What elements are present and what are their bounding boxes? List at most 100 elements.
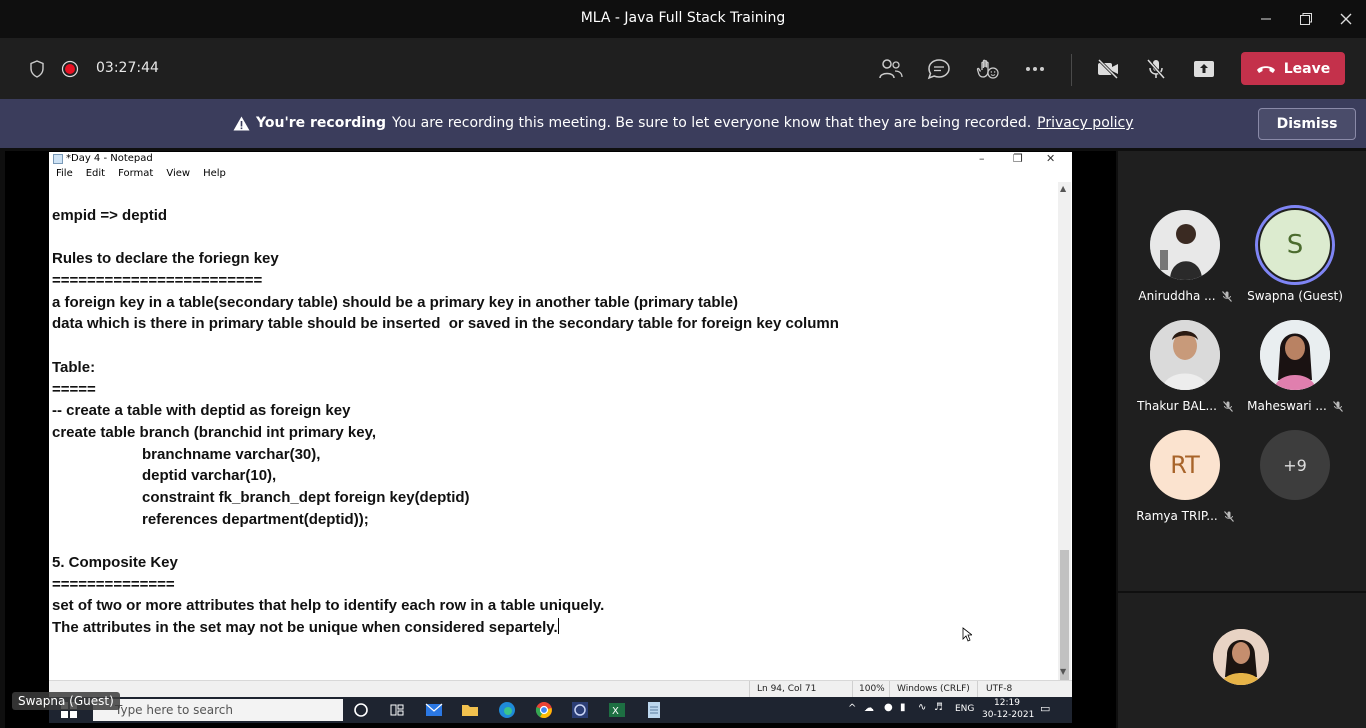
camera-off-icon	[1097, 59, 1119, 79]
teams-meeting-window: MLA - Java Full Stack Training 03:27:44	[0, 0, 1366, 728]
text-line: set of two or more attributes that help …	[52, 597, 605, 615]
microphone-icon[interactable]: ●	[884, 702, 893, 713]
system-tray: ^ ☁ ● ▮ ∿ ♬ ENG 12:19 30-12-2021 ▭	[844, 697, 1072, 723]
mail-icon[interactable]	[425, 701, 443, 719]
notepad-scrollbar[interactable]	[1058, 182, 1071, 690]
recording-banner-heading: You're recording	[256, 115, 387, 131]
participant-photo	[1150, 210, 1220, 280]
notepad-menubar: File Edit Format View Help	[49, 168, 232, 182]
avatar[interactable]: RT	[1150, 430, 1220, 500]
menu-help[interactable]: Help	[196, 168, 232, 182]
raise-hand-icon	[976, 59, 999, 79]
notepad-maximize-button[interactable]: ❐	[1013, 152, 1023, 165]
menu-format[interactable]: Format	[111, 168, 159, 182]
notepad-taskbar-icon[interactable]	[645, 701, 663, 719]
chrome-icon[interactable]	[535, 701, 553, 719]
recording-banner-text: You're recording You are recording this …	[233, 115, 1134, 131]
windows-taskbar: Type here to search X ^ ☁ ● ▮ ∿ ♬ ENG 12…	[49, 697, 1072, 723]
avatar[interactable]	[1150, 210, 1220, 280]
scroll-down-icon[interactable]: ▼	[1060, 667, 1066, 676]
clock-time[interactable]: 12:19	[994, 698, 1020, 708]
avatar[interactable]	[1260, 320, 1330, 390]
menu-file[interactable]: File	[49, 168, 79, 182]
notepad-minimize-button[interactable]: –	[979, 152, 985, 165]
chat-button[interactable]	[925, 55, 953, 83]
status-divider	[889, 681, 890, 698]
chevron-up-icon[interactable]: ^	[848, 703, 856, 714]
clock-date[interactable]: 30-12-2021	[982, 710, 1034, 720]
scroll-up-icon[interactable]: ▲	[1060, 184, 1066, 193]
status-divider	[749, 681, 750, 698]
participant-name: Swapna (Guest)	[1247, 289, 1343, 303]
notepad-text-area[interactable]: empid => deptid Rules to declare the for…	[52, 205, 1052, 639]
restore-button[interactable]	[1295, 8, 1317, 30]
excel-icon[interactable]: X	[608, 701, 626, 719]
avatar[interactable]: S	[1260, 210, 1330, 280]
status-encoding: UTF-8	[986, 684, 1013, 694]
status-line-ending: Windows (CRLF)	[897, 684, 970, 694]
text-line: create table branch (branchid int primar…	[52, 423, 376, 441]
text-line	[52, 530, 1052, 552]
leave-button[interactable]: Leave	[1241, 52, 1345, 85]
warning-icon	[233, 116, 250, 130]
window-title: MLA - Java Full Stack Training	[580, 10, 786, 26]
chat-icon	[927, 59, 950, 80]
status-zoom: 100%	[859, 684, 885, 694]
close-icon	[1340, 13, 1352, 25]
notepad-statusbar: Ln 94, Col 71 100% Windows (CRLF) UTF-8	[49, 680, 1072, 698]
participant-photo	[1260, 320, 1330, 390]
text-line: Table:	[52, 358, 96, 376]
mic-off-icon	[1332, 401, 1343, 412]
avatar-initials: S	[1286, 230, 1304, 260]
dismiss-button[interactable]: Dismiss	[1258, 108, 1356, 140]
participant-name: Thakur BAL...	[1125, 399, 1245, 413]
participant-name: Aniruddha ...	[1125, 289, 1245, 303]
taskbar-search-input[interactable]: Type here to search	[93, 699, 343, 721]
close-window-button[interactable]	[1335, 8, 1357, 30]
text-line: ========================	[52, 272, 263, 290]
more-participants-button[interactable]: +9	[1260, 430, 1330, 500]
participants-button[interactable]	[877, 55, 905, 83]
text-line: empid => deptid	[52, 207, 168, 224]
menu-view[interactable]: View	[159, 168, 196, 182]
file-explorer-icon[interactable]	[461, 701, 479, 719]
volume-icon[interactable]: ♬	[934, 702, 943, 713]
shield-icon[interactable]	[23, 55, 51, 83]
privacy-policy-link[interactable]: Privacy policy	[1037, 115, 1133, 131]
participant-name-text: Aniruddha ...	[1138, 289, 1216, 303]
notification-icon[interactable]: ▭	[1040, 702, 1050, 715]
avatar[interactable]	[1213, 629, 1269, 685]
reactions-button[interactable]	[973, 55, 1001, 83]
recording-indicator-icon	[56, 55, 84, 83]
self-video-tile	[1118, 593, 1366, 728]
task-view-icon[interactable]	[388, 701, 406, 719]
participant-photo	[1213, 629, 1269, 685]
eclipse-icon[interactable]	[571, 701, 589, 719]
menu-edit[interactable]: Edit	[79, 168, 111, 182]
text-line: a foreign key in a table(secondary table…	[52, 293, 739, 311]
notepad-icon	[53, 154, 63, 164]
more-icon	[1026, 67, 1044, 71]
cortana-icon[interactable]	[352, 701, 370, 719]
avatar[interactable]	[1150, 320, 1220, 390]
status-divider	[977, 681, 978, 698]
meeting-timer: 03:27:44	[96, 60, 159, 76]
text-line-last: The attributes in the set may not be uni…	[52, 617, 1052, 639]
participant-name: Ramya TRIP...	[1125, 509, 1245, 523]
mic-toggle-button[interactable]	[1142, 55, 1170, 83]
text-line: Rules to declare the foriegn key	[52, 250, 279, 268]
mic-off-icon	[1223, 511, 1234, 522]
minimize-button[interactable]	[1255, 8, 1277, 30]
share-screen-button[interactable]	[1190, 55, 1218, 83]
wifi-icon[interactable]: ∿	[918, 702, 926, 713]
notepad-close-button[interactable]: ✕	[1046, 152, 1055, 165]
cloud-icon[interactable]: ☁	[864, 703, 874, 714]
edge-icon[interactable]	[498, 701, 516, 719]
text-line: 5. Composite Key	[52, 554, 178, 571]
battery-icon[interactable]: ▮	[900, 702, 906, 713]
language-indicator[interactable]: ENG	[955, 704, 974, 714]
camera-toggle-button[interactable]	[1094, 55, 1122, 83]
more-options-button[interactable]	[1021, 55, 1049, 83]
notepad-titlebar: *Day 4 - Notepad – ❐ ✕	[49, 152, 1072, 166]
participants-gallery: Aniruddha ... S Swapna (Guest) Thakur BA…	[1118, 151, 1366, 591]
